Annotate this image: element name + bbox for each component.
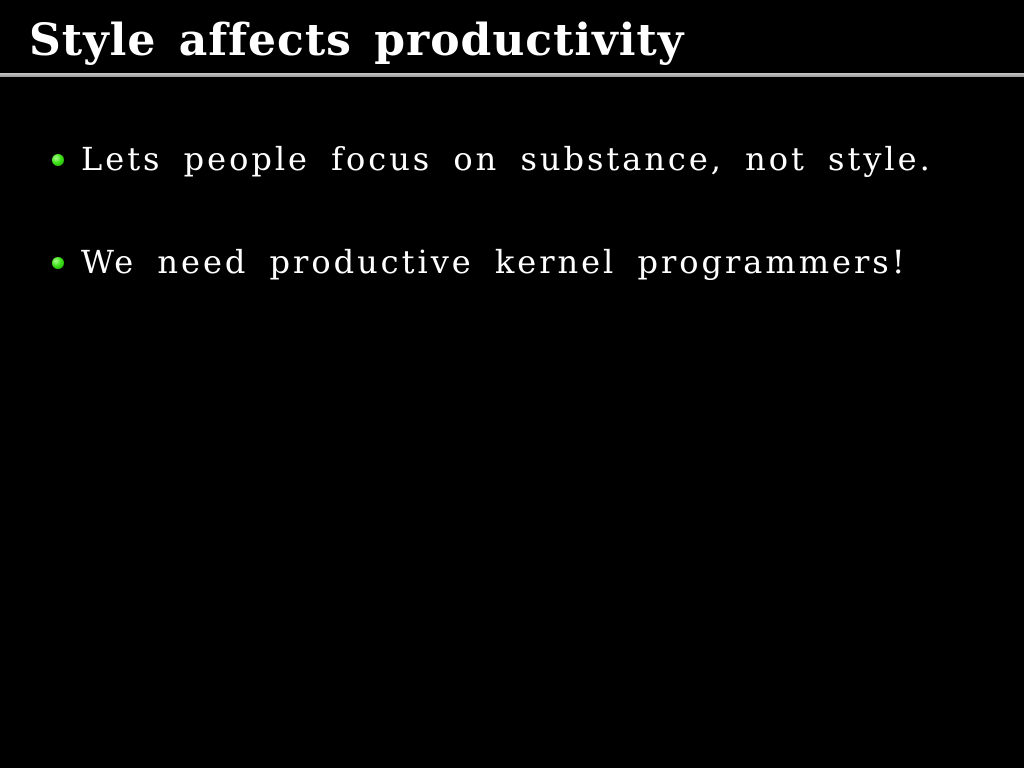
green-dot-icon — [52, 257, 64, 269]
bullet-text: Lets people focus on substance, not styl… — [81, 140, 933, 178]
presentation-slide: Style affects productivity Lets people f… — [0, 0, 1024, 768]
bullet-text: We need productive kernel programmers! — [81, 243, 908, 281]
title-divider — [0, 73, 1024, 77]
slide-title: Style affects productivity — [29, 15, 685, 66]
green-dot-icon — [52, 154, 64, 166]
